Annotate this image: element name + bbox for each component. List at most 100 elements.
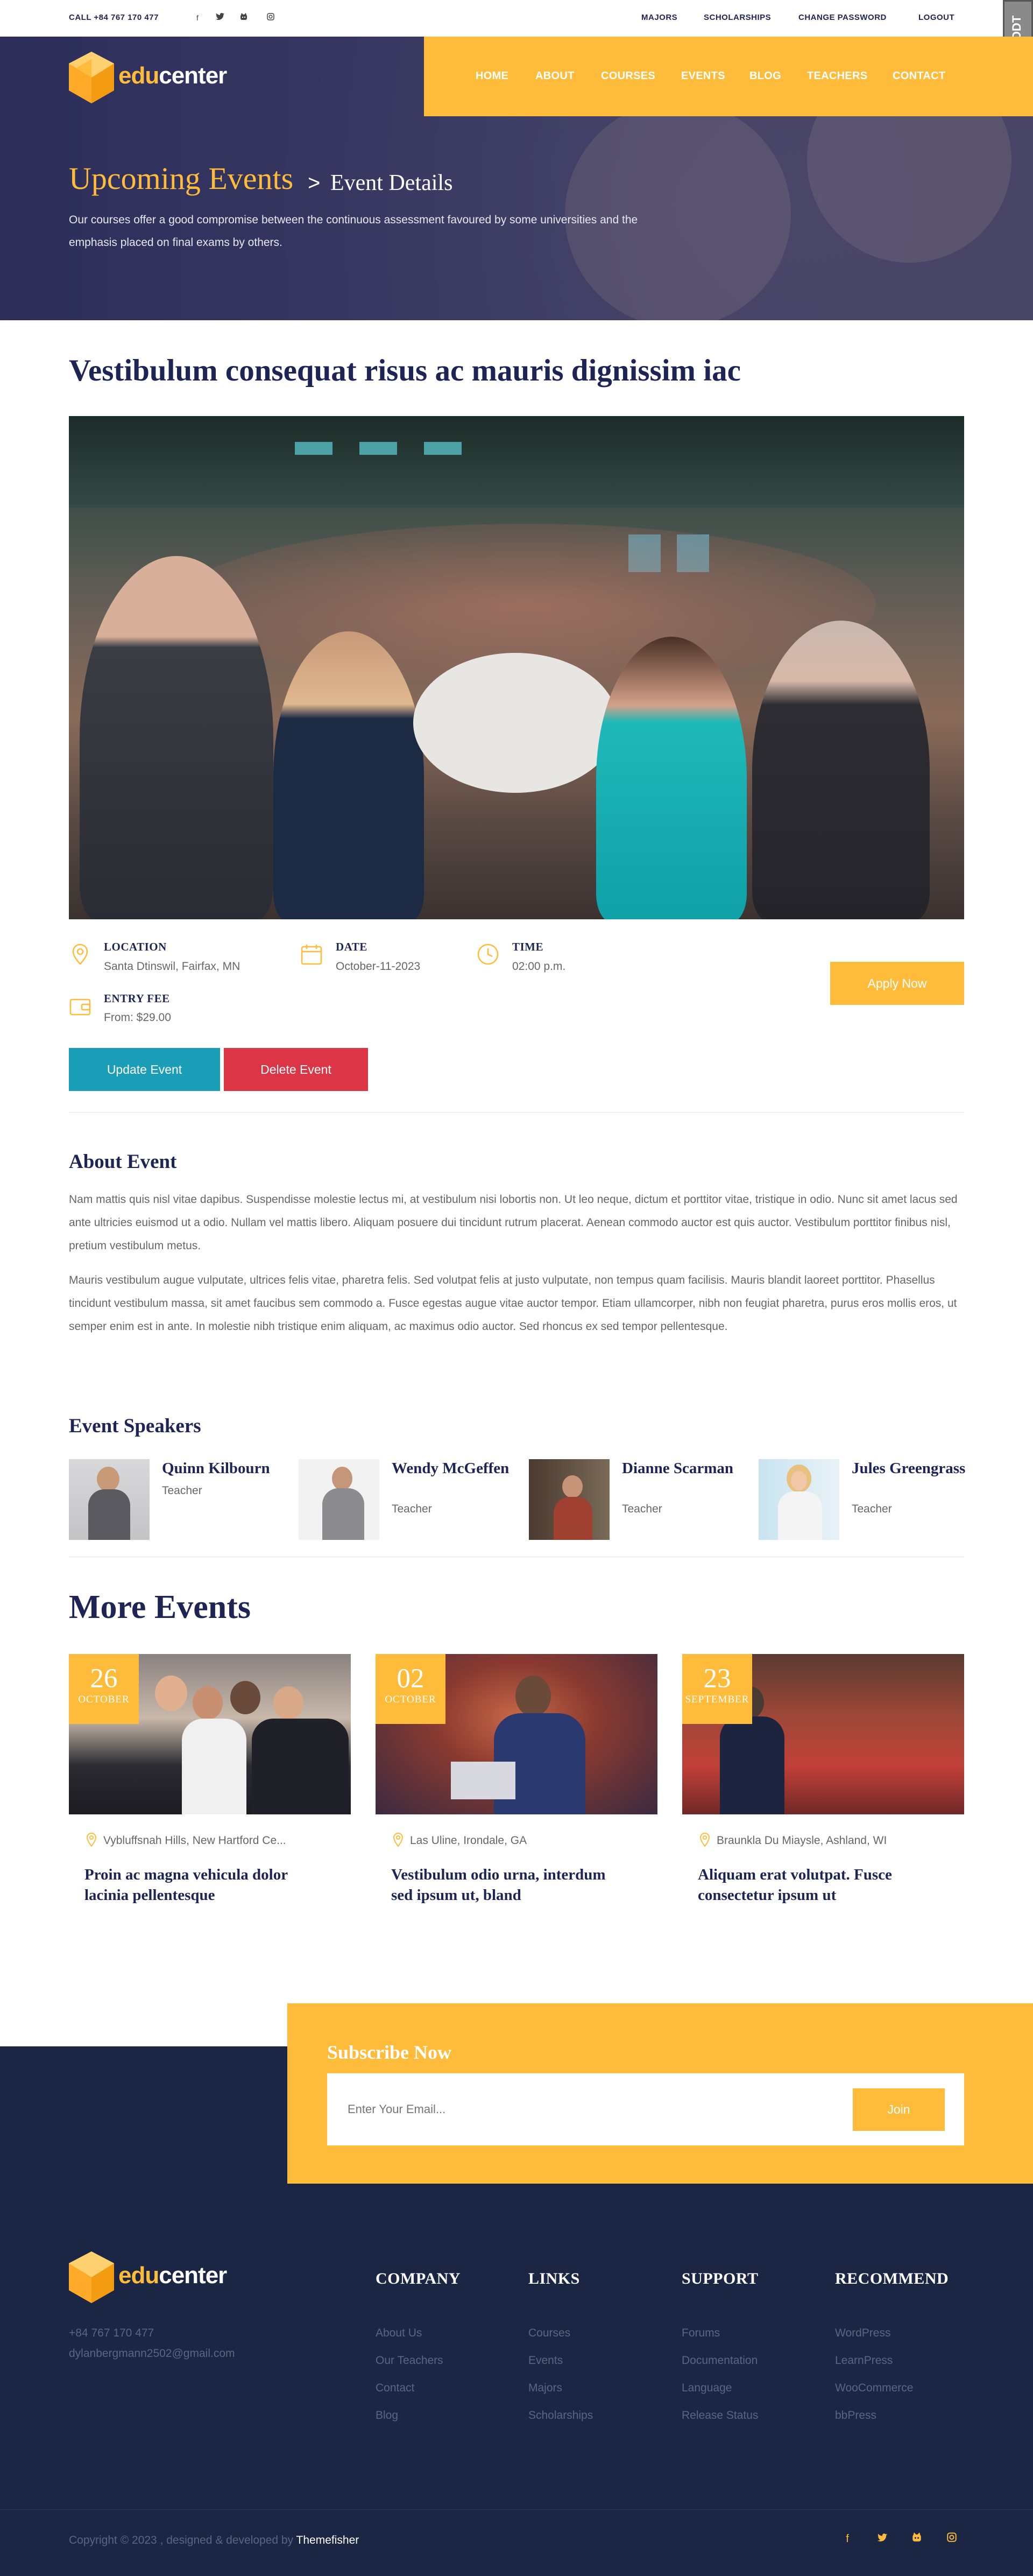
- nav-teachers[interactable]: TEACHERS: [807, 70, 867, 82]
- footer-link[interactable]: bbPress: [835, 2409, 876, 2422]
- time-label: TIME: [512, 940, 544, 953]
- event-day: 23: [703, 1664, 731, 1694]
- speaker-role: Teacher: [852, 1503, 892, 1515]
- twitter-icon[interactable]: [214, 12, 226, 24]
- footer-link[interactable]: Contact: [376, 2382, 414, 2395]
- footer-email[interactable]: dylanbergmann2502@gmail.com: [69, 2347, 235, 2360]
- footer-link[interactable]: About Us: [376, 2327, 422, 2340]
- about-heading: About Event: [69, 1151, 177, 1173]
- speaker-photo[interactable]: [299, 1459, 379, 1540]
- event-title: Vestibulum consequat risus ac mauris dig…: [69, 354, 741, 388]
- breadcrumb-current: Event Details: [330, 171, 453, 195]
- nav-contact[interactable]: CONTACT: [893, 70, 945, 82]
- speaker-name[interactable]: Quinn Kilbourn: [162, 1459, 291, 1478]
- footer-link[interactable]: Our Teachers: [376, 2354, 443, 2367]
- topbar-link-majors[interactable]: MAJORS: [641, 13, 677, 22]
- date-label: DATE: [336, 940, 367, 953]
- join-button[interactable]: Join: [853, 2088, 945, 2131]
- footer-link[interactable]: Language: [682, 2382, 732, 2395]
- wallet-icon: [69, 998, 91, 1016]
- topbar-link-change-password[interactable]: CHANGE PASSWORD: [798, 13, 887, 22]
- facebook-icon[interactable]: f: [840, 2532, 854, 2546]
- speakers-heading: Event Speakers: [69, 1415, 201, 1437]
- event-card-title[interactable]: Proin ac magna vehicula dolor lacinia pe…: [84, 1864, 321, 1905]
- footer-logo-text: educenter: [118, 2262, 227, 2289]
- footer-link[interactable]: Forums: [682, 2327, 720, 2340]
- logo-text-edu: edu: [118, 2262, 159, 2289]
- hero-description: Our courses offer a good compromise betw…: [69, 214, 638, 249]
- footer-link[interactable]: Release Status: [682, 2409, 758, 2422]
- speaker-name[interactable]: Dianne Scarman: [622, 1459, 751, 1478]
- more-events-heading: More Events: [69, 1589, 251, 1625]
- speaker-photo[interactable]: [69, 1459, 150, 1540]
- facebook-icon[interactable]: f: [192, 12, 203, 24]
- footer-link[interactable]: Scholarships: [528, 2409, 593, 2422]
- event-card-location: Braunkla Du Miaysle, Ashland, WI: [717, 1834, 887, 1847]
- logo-cube-icon: [69, 2251, 114, 2303]
- breadcrumb-separator: >: [308, 171, 321, 195]
- clock-icon: [477, 944, 499, 965]
- footer-heading-support: SUPPORT: [682, 2270, 759, 2288]
- event-month: OCTOBER: [78, 1694, 130, 1705]
- ceiling-light: [295, 442, 332, 455]
- person: [80, 556, 273, 919]
- twitter-icon[interactable]: [875, 2532, 889, 2546]
- topbar-link-logout[interactable]: LOGOUT: [918, 13, 954, 22]
- calendar-icon: [301, 945, 322, 965]
- speaker-name[interactable]: Jules Greengrass: [852, 1459, 981, 1478]
- time-value: 02:00 p.m.: [512, 960, 566, 973]
- topbar-link-scholarships[interactable]: SCHOLARSHIPS: [704, 13, 771, 22]
- event-date-badge: 23 SEPTEMBER: [682, 1654, 752, 1724]
- person: [752, 621, 930, 919]
- github-icon[interactable]: [238, 12, 250, 24]
- call-text: CALL +84 767 170 477: [69, 13, 159, 22]
- footer-heading-company: COMPANY: [376, 2270, 461, 2288]
- nav-blog[interactable]: BLOG: [749, 70, 781, 82]
- event-day: 02: [397, 1664, 424, 1694]
- nav-courses[interactable]: COURSES: [601, 70, 655, 82]
- footer-divider: [0, 2509, 1033, 2510]
- update-event-button[interactable]: Update Event: [69, 1048, 220, 1091]
- logo[interactable]: educenter: [69, 52, 236, 103]
- event-photo: [69, 416, 964, 919]
- copyright-brand-link[interactable]: Themefisher: [296, 2534, 359, 2546]
- event-card-location: Las Uline, Irondale, GA: [410, 1834, 527, 1847]
- footer-link[interactable]: Blog: [376, 2409, 398, 2422]
- nav-home[interactable]: HOME: [476, 70, 508, 82]
- footer-link[interactable]: WordPress: [835, 2327, 890, 2340]
- speaker-photo[interactable]: [529, 1459, 610, 1540]
- apply-now-button[interactable]: Apply Now: [830, 962, 964, 1005]
- ceiling-light: [424, 442, 462, 455]
- github-icon[interactable]: [910, 2532, 924, 2546]
- delete-event-button[interactable]: Delete Event: [224, 1048, 368, 1091]
- speaker-photo[interactable]: [759, 1459, 839, 1540]
- event-card-title[interactable]: Aliquam erat volutpat. Fusce consectetur…: [698, 1864, 935, 1905]
- map-pin-icon: [72, 944, 88, 965]
- breadcrumb-parent[interactable]: Upcoming Events: [69, 160, 293, 196]
- fee-value: From: $29.00: [104, 1011, 171, 1024]
- map-pin-icon: [393, 1832, 404, 1847]
- person: [273, 631, 424, 919]
- footer-link[interactable]: Events: [528, 2354, 563, 2367]
- footer-logo[interactable]: educenter: [69, 2251, 236, 2303]
- nav-events[interactable]: EVENTS: [681, 70, 725, 82]
- logo-text-center: center: [159, 62, 227, 89]
- footer-link[interactable]: Majors: [528, 2382, 562, 2395]
- instagram-icon[interactable]: [945, 2532, 959, 2546]
- footer-heading-recommend: RECOMMEND: [835, 2270, 949, 2288]
- speaker-role: Teacher: [162, 1484, 202, 1497]
- instagram-icon[interactable]: [265, 12, 277, 24]
- footer-link[interactable]: Courses: [528, 2327, 570, 2340]
- event-date-badge: 26 OCTOBER: [69, 1654, 139, 1724]
- location-value: Santa Dtinswil, Fairfax, MN: [104, 960, 240, 973]
- footer-heading-links: LINKS: [528, 2270, 580, 2288]
- footer-link[interactable]: Documentation: [682, 2354, 758, 2367]
- footer-phone[interactable]: +84 767 170 477: [69, 2327, 154, 2340]
- footer-link[interactable]: WooCommerce: [835, 2382, 913, 2395]
- speaker-name[interactable]: Wendy McGeffen: [392, 1459, 521, 1478]
- map-pin-icon: [86, 1832, 97, 1847]
- footer-link[interactable]: LearnPress: [835, 2354, 893, 2367]
- event-card-title[interactable]: Vestibulum odio urna, interdum sed ipsum…: [391, 1864, 628, 1905]
- logo-text-center: center: [159, 2262, 227, 2289]
- nav-about[interactable]: ABOUT: [535, 70, 575, 82]
